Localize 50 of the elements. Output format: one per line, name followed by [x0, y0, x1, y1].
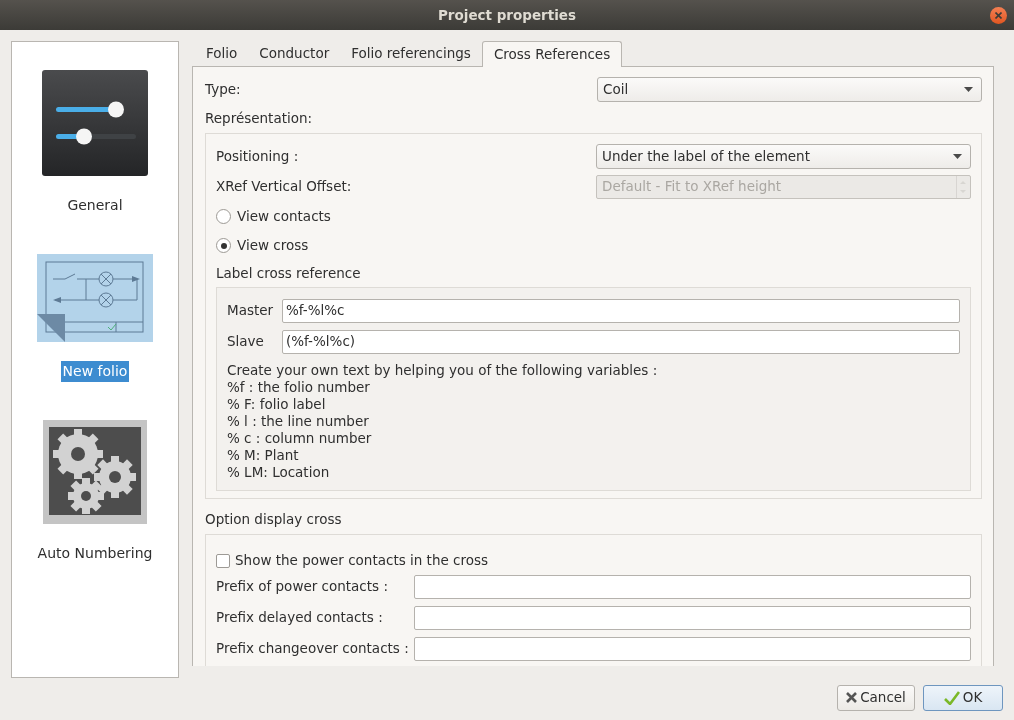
help-text: %f : the folio number — [227, 378, 371, 396]
close-button[interactable] — [990, 7, 1007, 24]
prefix-field[interactable] — [414, 636, 971, 661]
schematic-sheet-icon — [37, 253, 153, 342]
positioning-dropdown[interactable]: Under the label of the element — [596, 143, 971, 169]
field-label: Prefix delayed contacts : — [216, 608, 384, 628]
tab[interactable]: Conductor — [248, 41, 341, 66]
close-icon — [995, 12, 1002, 19]
ok-button[interactable]: OK — [923, 684, 1003, 711]
help-text: Create your own text by helping you of the following variables : — [227, 361, 659, 379]
cancel-button[interactable]: Cancel — [837, 684, 915, 711]
help-text: % F: folio label — [227, 395, 327, 413]
prefix-field[interactable] — [414, 574, 971, 599]
field-label: Prefix of power contacts : — [216, 577, 389, 597]
prefix-field[interactable] — [414, 605, 971, 630]
subsection-title: Label cross reference — [216, 263, 362, 283]
checkbox-label[interactable]: Show the power contacts in the cross — [235, 550, 489, 571]
field-label: Positioning : — [216, 146, 300, 166]
sidebar-item[interactable]: Auto Numbering — [35, 542, 155, 564]
help-text: % LM: Location — [227, 463, 331, 481]
tab[interactable]: Folio — [195, 41, 249, 66]
format-field[interactable]: (%f-%l%c) — [282, 329, 960, 354]
checkbox[interactable] — [216, 553, 230, 568]
type-label: Type: — [205, 79, 242, 99]
radio-label[interactable]: View contacts — [237, 206, 331, 227]
help-text: % c : column number — [227, 429, 373, 447]
radio-button[interactable] — [216, 209, 231, 225]
dropdown-caret-icon — [964, 86, 973, 92]
radio-button[interactable] — [216, 238, 231, 254]
field-label: Slave — [227, 332, 265, 352]
field-label: Prefix changeover contacts : — [216, 639, 410, 659]
dropdown-caret-icon — [953, 153, 962, 159]
sidebar-item[interactable]: New folio — [60, 360, 130, 382]
gears-icon — [43, 419, 147, 524]
help-text: % l : the line number — [227, 412, 370, 430]
tab[interactable]: Cross References — [481, 40, 623, 67]
field-label: XRef Vertical Offset: — [216, 177, 353, 197]
help-text: % M: Plant — [227, 446, 300, 464]
section-title: Représentation: — [205, 108, 314, 128]
format-field[interactable]: %f-%l%c — [282, 298, 960, 323]
sliders-icon — [42, 69, 148, 176]
sidebar-item[interactable]: General — [65, 194, 125, 216]
tab[interactable]: Folio referencings — [340, 41, 482, 66]
field-label: Master — [227, 301, 275, 321]
type-dropdown[interactable]: Coil — [597, 76, 982, 102]
radio-label[interactable]: View cross — [237, 235, 309, 256]
check-icon — [943, 690, 960, 705]
window-title: Project properties — [437, 5, 577, 25]
close-icon — [846, 692, 858, 704]
section-title: Option display cross — [205, 509, 343, 529]
